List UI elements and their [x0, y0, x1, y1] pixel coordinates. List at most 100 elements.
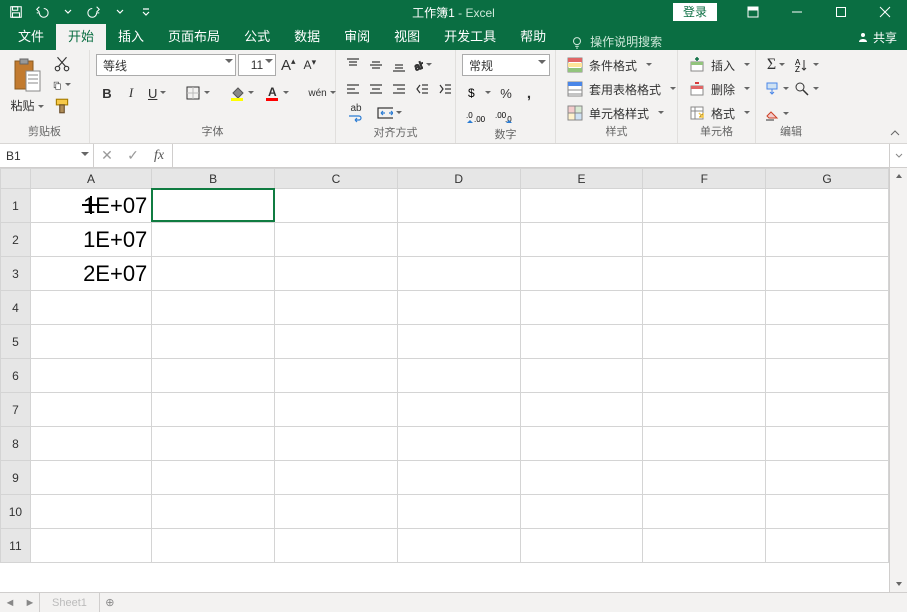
cell-E3[interactable] — [520, 257, 643, 291]
row-header-3[interactable]: 3 — [1, 257, 31, 291]
row-header-10[interactable]: 10 — [1, 495, 31, 529]
cell-D9[interactable] — [397, 461, 520, 495]
number-format-combo[interactable]: 常规 — [462, 54, 550, 76]
cell-D7[interactable] — [397, 393, 520, 427]
cell-styles-button[interactable]: 单元格样式 — [562, 102, 669, 124]
fill-button[interactable] — [762, 78, 790, 100]
row-header-1[interactable]: 1 — [1, 189, 31, 223]
cell-E1[interactable] — [520, 189, 643, 223]
cell-B5[interactable] — [152, 325, 275, 359]
cell-F5[interactable] — [643, 325, 766, 359]
cell-B10[interactable] — [152, 495, 275, 529]
fill-color-button[interactable] — [225, 82, 258, 104]
autosum-button[interactable]: Σ — [762, 54, 790, 76]
expand-formula-bar-button[interactable] — [889, 144, 907, 167]
cell-B1[interactable] — [152, 189, 275, 223]
conditional-format-button[interactable]: 条件格式 — [562, 54, 657, 76]
increase-indent-button[interactable] — [434, 78, 456, 100]
decrease-decimal-button[interactable]: .00.0 — [491, 106, 519, 128]
align-right-button[interactable] — [388, 78, 410, 100]
col-header-D[interactable]: D — [397, 169, 520, 189]
align-top-button[interactable] — [342, 54, 364, 76]
cell-B6[interactable] — [152, 359, 275, 393]
cell-E7[interactable] — [520, 393, 643, 427]
cell-C6[interactable] — [275, 359, 398, 393]
cell-F2[interactable] — [643, 223, 766, 257]
cell-D1[interactable] — [397, 189, 520, 223]
font-color-button[interactable]: A — [260, 82, 293, 104]
font-name-combo[interactable]: 等线 — [96, 54, 236, 76]
accounting-format-button[interactable]: $ — [462, 82, 494, 104]
cell-C11[interactable] — [275, 529, 398, 563]
vertical-scrollbar[interactable] — [889, 168, 907, 592]
cell-G10[interactable] — [766, 495, 889, 529]
tab-view[interactable]: 视图 — [382, 24, 432, 50]
bold-button[interactable]: B — [96, 82, 118, 104]
align-bottom-button[interactable] — [388, 54, 410, 76]
cell-G4[interactable] — [766, 291, 889, 325]
row-header-8[interactable]: 8 — [1, 427, 31, 461]
cell-E9[interactable] — [520, 461, 643, 495]
grid[interactable]: A B C D E F G 11E+0721E+0732E+0745678910… — [0, 168, 889, 592]
align-middle-button[interactable] — [365, 54, 387, 76]
cancel-formula-button[interactable]: ✕ — [94, 147, 120, 164]
cell-C5[interactable] — [275, 325, 398, 359]
find-select-button[interactable] — [792, 78, 820, 100]
font-size-combo[interactable]: 11 — [238, 54, 276, 76]
italic-button[interactable]: I — [120, 82, 142, 104]
delete-cells-button[interactable]: 删除 — [684, 78, 755, 100]
share-button[interactable]: 共享 — [857, 24, 897, 50]
cell-F1[interactable] — [643, 189, 766, 223]
cell-G1[interactable] — [766, 189, 889, 223]
cell-F6[interactable] — [643, 359, 766, 393]
cell-A7[interactable] — [30, 393, 151, 427]
enter-formula-button[interactable]: ✓ — [120, 147, 146, 164]
cut-button[interactable] — [52, 54, 72, 74]
col-header-G[interactable]: G — [766, 169, 889, 189]
cell-C4[interactable] — [275, 291, 398, 325]
cell-C9[interactable] — [275, 461, 398, 495]
ribbon-display-options[interactable] — [731, 0, 775, 24]
insert-function-button[interactable]: fx — [146, 148, 172, 164]
cell-F10[interactable] — [643, 495, 766, 529]
percent-format-button[interactable]: % — [495, 82, 517, 104]
format-as-table-button[interactable]: 套用表格格式 — [562, 78, 681, 100]
decrease-font-button[interactable]: A▾ — [301, 54, 320, 76]
copy-button[interactable] — [52, 75, 72, 95]
undo-button[interactable] — [30, 1, 54, 23]
redo-dropdown[interactable] — [108, 1, 132, 23]
cell-G5[interactable] — [766, 325, 889, 359]
cell-E5[interactable] — [520, 325, 643, 359]
cell-B3[interactable] — [152, 257, 275, 291]
tab-data[interactable]: 数据 — [282, 24, 332, 50]
cell-D3[interactable] — [397, 257, 520, 291]
cell-D11[interactable] — [397, 529, 520, 563]
cell-D2[interactable] — [397, 223, 520, 257]
collapse-ribbon-button[interactable] — [887, 125, 903, 141]
cell-G7[interactable] — [766, 393, 889, 427]
cell-E8[interactable] — [520, 427, 643, 461]
decrease-indent-button[interactable] — [411, 78, 433, 100]
login-button[interactable]: 登录 — [673, 3, 717, 21]
row-header-11[interactable]: 11 — [1, 529, 31, 563]
cell-A6[interactable] — [30, 359, 151, 393]
maximize-button[interactable] — [819, 0, 863, 24]
tab-review[interactable]: 审阅 — [332, 24, 382, 50]
increase-decimal-button[interactable]: .0.00 — [462, 106, 490, 128]
cell-A9[interactable] — [30, 461, 151, 495]
border-button[interactable] — [181, 82, 214, 104]
minimize-button[interactable] — [775, 0, 819, 24]
increase-font-button[interactable]: A▴ — [278, 54, 299, 76]
scroll-down-button[interactable] — [890, 576, 907, 592]
merge-center-button[interactable] — [371, 102, 407, 124]
col-header-C[interactable]: C — [275, 169, 398, 189]
cell-G11[interactable] — [766, 529, 889, 563]
cell-A11[interactable] — [30, 529, 151, 563]
wrap-text-button[interactable]: ab — [342, 102, 370, 124]
format-painter-button[interactable] — [52, 96, 72, 116]
cell-F11[interactable] — [643, 529, 766, 563]
cell-D8[interactable] — [397, 427, 520, 461]
row-header-9[interactable]: 9 — [1, 461, 31, 495]
col-header-B[interactable]: B — [152, 169, 275, 189]
cell-C7[interactable] — [275, 393, 398, 427]
